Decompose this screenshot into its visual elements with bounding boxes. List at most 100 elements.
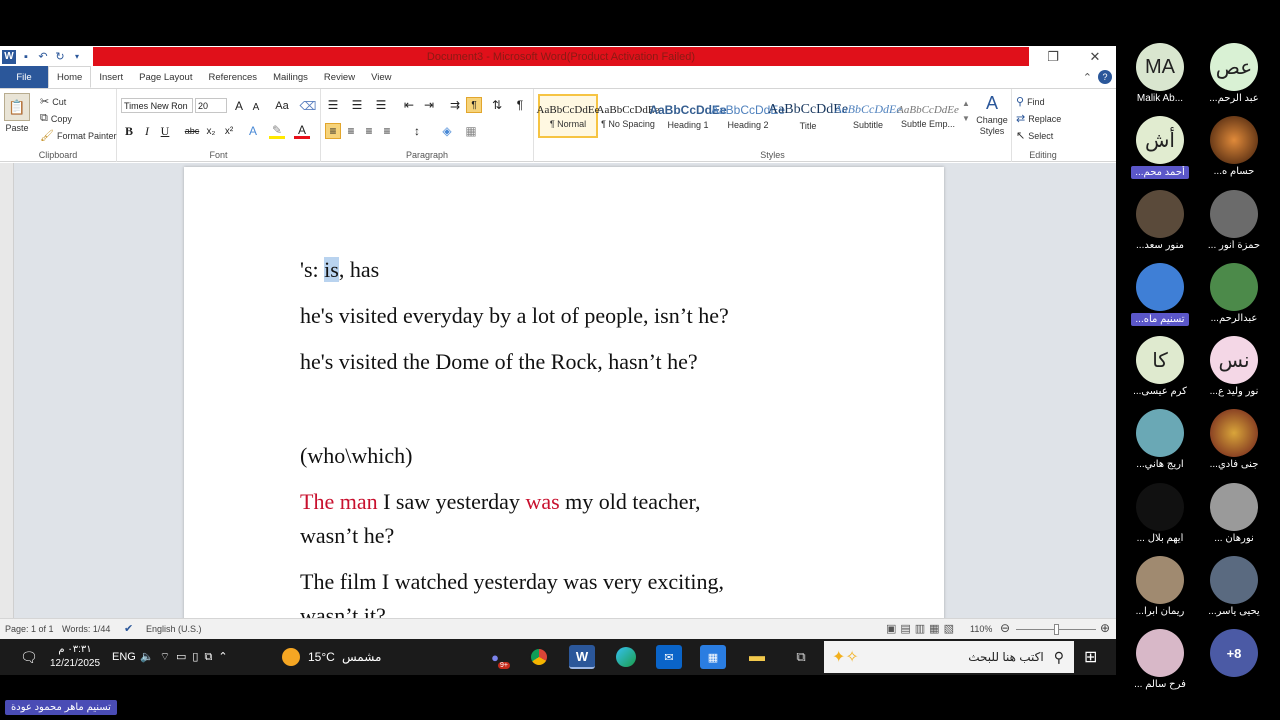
participant-tile[interactable]: MA Malik Ab... [1119,43,1201,104]
search-box[interactable]: ✦✧ اكتب هنا للبحث ⚲ [824,641,1074,673]
styles-scroll[interactable]: ▲ ▼ [962,99,970,123]
highlight-icon[interactable]: ✎ [269,123,285,139]
strikethrough-button[interactable]: abc [181,123,203,139]
tab-page-layout[interactable]: Page Layout [131,66,200,88]
font-family-select[interactable]: Times New Ron [121,98,193,113]
start-button[interactable]: ⊞ [1084,639,1097,675]
justify-icon[interactable]: ≡ [379,123,395,139]
tab-insert[interactable]: Insert [91,66,131,88]
save-icon[interactable]: ▪ [19,50,33,64]
multilevel-list-icon[interactable]: ☰ [373,97,389,113]
language[interactable]: English (U.S.) [146,624,202,634]
participant-tile[interactable]: ...تسنيم ماه [1119,263,1201,331]
clock[interactable]: ٠٣:٣١ م 12/21/2025 [50,639,100,675]
style-subtle-emphasis[interactable]: AaBbCcDdEe Subtle Emp... [897,94,959,138]
document-page[interactable]: 's: is, has he's visited everyday by a l… [184,167,944,618]
text-effects-icon[interactable]: A [245,123,261,139]
notification-icon[interactable]: 🗨 [20,639,38,675]
decrease-indent-icon[interactable]: ⇤ [401,97,417,113]
zoom-in-icon[interactable]: ⊕ [1100,621,1110,635]
outlook-app-icon[interactable]: ✉ [656,645,682,669]
participant-tile[interactable]: نس ...نور وليد ع [1193,336,1275,397]
align-right-icon[interactable]: ≡ [361,123,377,139]
shading-icon[interactable]: ◈ [439,123,455,139]
tab-file[interactable]: File [0,66,48,88]
increase-indent-icon[interactable]: ⇥ [421,97,437,113]
zoom-level[interactable]: 110% [970,624,992,634]
line-spacing-icon[interactable]: ↕ [409,123,425,139]
participant-tile[interactable]: ...ريمان ابرا [1119,556,1201,617]
participant-tile[interactable]: ...جنى فادي [1193,409,1275,470]
word-count[interactable]: Words: 1/44 [62,624,110,634]
find-button[interactable]: ⚲ Find [1016,95,1045,108]
font-size-select[interactable]: 20 [195,98,227,113]
change-styles-button[interactable]: A Change Styles [974,93,1010,137]
customize-qat-icon[interactable]: ▾ [70,50,84,64]
style-title[interactable]: AaBbCcDdEe Title [768,94,848,138]
clear-format-icon[interactable]: ⌫ [300,98,317,114]
italic-button[interactable]: I [139,123,155,139]
sort-icon[interactable]: ⇅ [489,97,505,113]
participant-tile[interactable]: ... فرح سالم [1119,629,1201,690]
rtl-icon[interactable]: ¶ [466,97,482,113]
tab-references[interactable]: References [200,66,265,88]
style-heading-1[interactable]: AaBbCcDdEe Heading 1 [649,94,726,138]
tray-icons[interactable]: 🔈⌔▭▯⧉⌃ [140,639,234,675]
participant-tile[interactable]: أش ...أحمد محم [1119,116,1201,184]
weather-icon[interactable] [282,639,300,675]
participant-tile[interactable]: عص ...عبد الرحم [1193,43,1275,104]
tab-view[interactable]: View [363,66,399,88]
bullets-icon[interactable]: ☰ [325,97,341,113]
help-icon[interactable]: ? [1098,70,1112,84]
teams-app-icon[interactable]: ● 9+ [482,645,510,669]
align-left-icon[interactable]: ≡ [325,123,341,139]
close-icon[interactable]: ✕ [1080,48,1110,65]
style-subtitle[interactable]: AaBbCcDdEe Subtitle [834,94,901,138]
participant-tile[interactable]: ...منور سعد [1119,190,1201,251]
zoom-out-icon[interactable]: ⊖ [1000,621,1010,635]
shrink-font-icon[interactable]: A [248,99,264,115]
task-view-icon[interactable]: ⧉ [788,645,814,669]
participant-tile[interactable]: ... أيهم بلال [1119,483,1201,544]
participant-tile[interactable]: ... حمزة أنور [1193,190,1275,251]
word-logo-icon[interactable]: W [2,49,16,64]
tab-home[interactable]: Home [48,66,92,88]
redo-icon[interactable]: ↻ [53,50,67,64]
weather-text[interactable]: مشمس [342,639,381,675]
view-buttons[interactable]: ▣▤▥▦▧ [886,622,958,635]
weather-temp[interactable]: 15°C [308,639,335,675]
replace-button[interactable]: ⇄ Replace [1016,112,1061,125]
show-marks-icon[interactable]: ¶ [512,97,528,113]
select-button[interactable]: ↖ Select [1016,129,1053,142]
underline-button[interactable]: U [157,123,173,139]
participant-tile[interactable]: كا ...كرم عيسى [1119,336,1201,397]
participant-tile[interactable]: ...حسام ه [1193,116,1275,177]
format-painter-button[interactable]: 🖌 Format Painter [40,129,117,142]
grow-font-icon[interactable]: A [231,98,247,114]
numbering-icon[interactable]: ☰ [349,97,365,113]
tab-mailings[interactable]: Mailings [265,66,316,88]
word-app-icon[interactable]: W [569,645,595,669]
page-count[interactable]: Page: 1 of 1 [5,624,54,634]
participant-tile[interactable]: ... نورهان [1193,483,1275,544]
participant-tile[interactable]: ...عبدالرحم [1193,263,1275,324]
bold-button[interactable]: B [121,123,137,139]
copy-button[interactable]: ⧉ Copy [40,112,72,125]
style-normal[interactable]: AaBbCcDdEe ¶ Normal [537,94,599,138]
cut-button[interactable]: ✂ Cut [40,95,66,108]
input-language[interactable]: ENG [112,639,136,675]
participant-tile[interactable]: ...اريج هاني [1119,409,1201,470]
store-app-icon[interactable]: ▦ [700,645,726,669]
paste-button[interactable]: 📋 Paste [4,93,30,133]
tab-review[interactable]: Review [316,66,363,88]
font-color-icon[interactable]: A [294,123,310,139]
undo-icon[interactable]: ↶ [36,50,50,64]
minimize-ribbon-icon[interactable]: ⌃ [1083,71,1092,84]
participant-tile[interactable]: ...يحيى ياسر [1193,556,1275,617]
restore-icon[interactable]: ❐ [1038,48,1068,65]
subscript-button[interactable]: x₂ [203,123,219,139]
zoom-thumb[interactable] [1054,624,1059,635]
chrome-app-icon[interactable] [526,645,552,669]
change-case-icon[interactable]: Aa [271,98,293,114]
align-center-icon[interactable]: ≡ [343,123,359,139]
